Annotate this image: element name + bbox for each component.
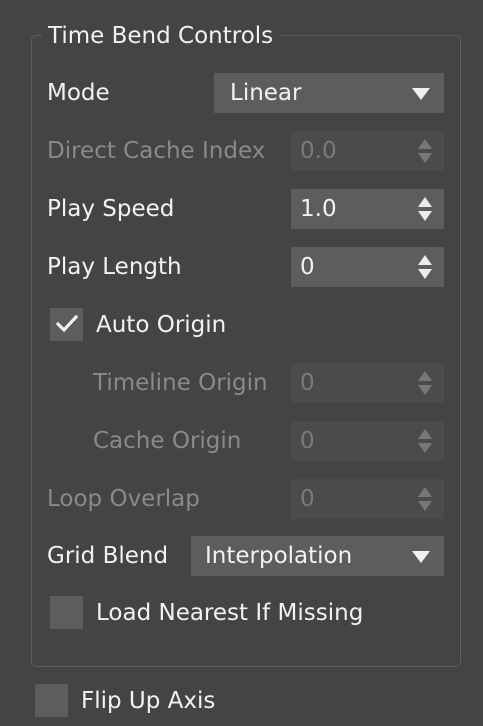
play-length-spinner[interactable]: 0: [291, 247, 444, 287]
grid-blend-value: Interpolation: [205, 543, 353, 569]
play-speed-value: 1.0: [300, 196, 337, 222]
direct-cache-index-value: 0.0: [300, 138, 337, 164]
flip-up-axis-label[interactable]: Flip Up Axis: [81, 684, 215, 718]
spinner-arrows-icon[interactable]: [418, 487, 432, 511]
direct-cache-index-label: Direct Cache Index: [47, 138, 266, 164]
chevron-down-icon: [412, 551, 430, 563]
chevron-down-icon: [412, 88, 430, 100]
spinner-arrows-icon[interactable]: [418, 371, 432, 395]
cache-origin-label: Cache Origin: [93, 428, 242, 454]
play-speed-label: Play Speed: [47, 196, 175, 222]
timeline-origin-value: 0: [300, 370, 315, 396]
spinner-arrows-icon[interactable]: [418, 197, 432, 221]
cache-origin-spinner[interactable]: 0: [291, 421, 444, 461]
loop-overlap-value: 0: [300, 486, 315, 512]
checkmark-icon: [56, 315, 78, 333]
load-nearest-label[interactable]: Load Nearest If Missing: [96, 596, 363, 630]
group-title: Time Bend Controls: [42, 20, 280, 52]
play-length-label: Play Length: [47, 254, 182, 280]
flip-up-axis-checkbox[interactable]: [35, 684, 68, 717]
grid-blend-dropdown[interactable]: Interpolation: [191, 536, 444, 576]
play-length-value: 0: [300, 254, 315, 280]
direct-cache-index-spinner[interactable]: 0.0: [291, 131, 444, 171]
auto-origin-checkbox[interactable]: [50, 308, 83, 341]
mode-label: Mode: [47, 80, 110, 106]
spinner-arrows-icon[interactable]: [418, 255, 432, 279]
timeline-origin-label: Timeline Origin: [93, 370, 268, 396]
auto-origin-label[interactable]: Auto Origin: [96, 308, 226, 342]
loop-overlap-label: Loop Overlap: [47, 486, 200, 512]
loop-overlap-spinner[interactable]: 0: [291, 479, 444, 519]
mode-dropdown[interactable]: Linear: [214, 73, 444, 113]
grid-blend-label: Grid Blend: [47, 543, 169, 569]
play-speed-spinner[interactable]: 1.0: [291, 189, 444, 229]
load-nearest-checkbox[interactable]: [50, 596, 83, 629]
mode-value: Linear: [230, 80, 302, 106]
timeline-origin-spinner[interactable]: 0: [291, 363, 444, 403]
spinner-arrows-icon[interactable]: [418, 429, 432, 453]
cache-origin-value: 0: [300, 428, 315, 454]
spinner-arrows-icon[interactable]: [418, 139, 432, 163]
